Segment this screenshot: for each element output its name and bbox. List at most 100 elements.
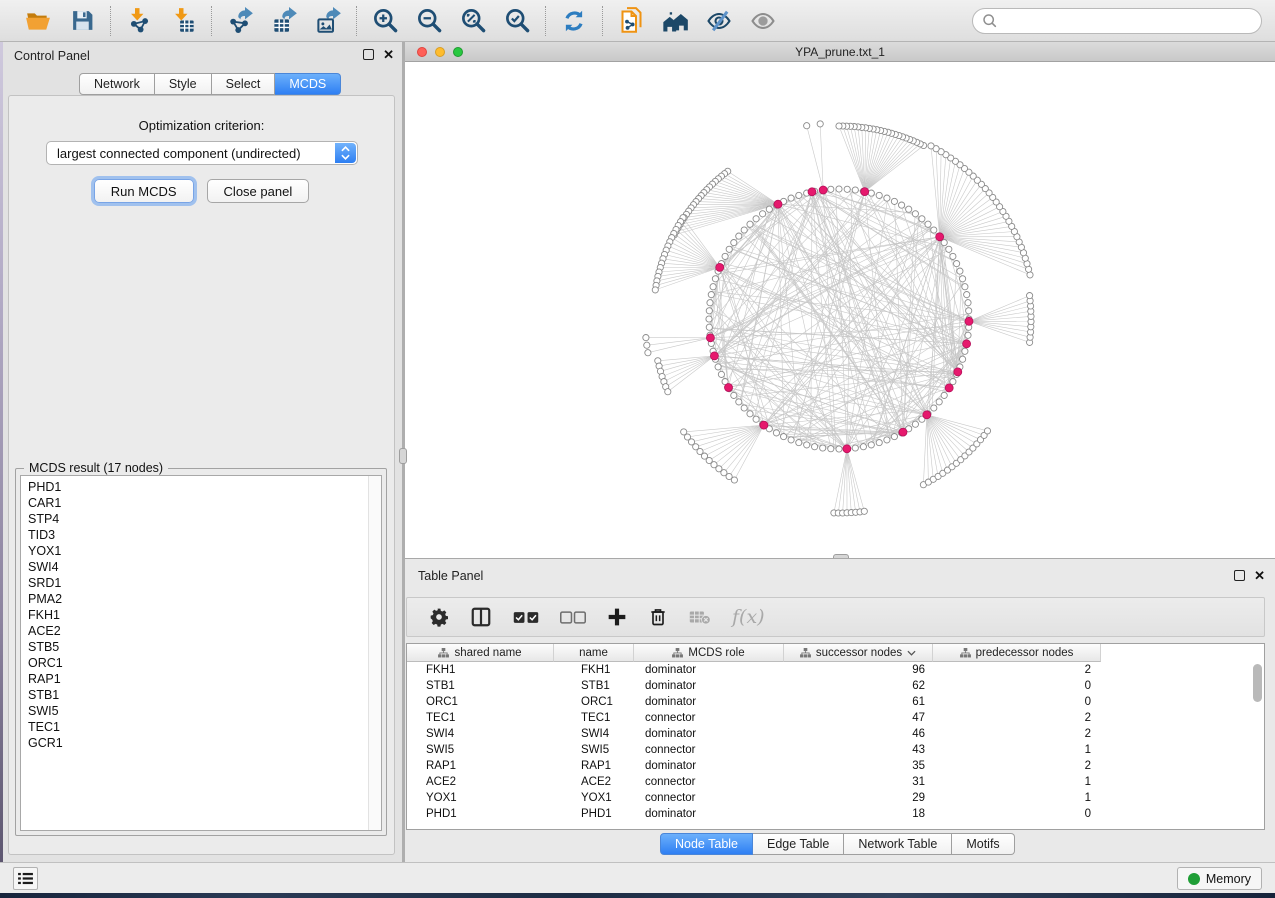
mcds-result-item[interactable]: CAR1 [28, 495, 381, 511]
hide-toggle-icon[interactable] [705, 7, 733, 35]
table-row[interactable]: RAP1RAP1dominator352 [407, 758, 1264, 774]
table-row[interactable]: PHD1PHD1dominator180 [407, 806, 1264, 822]
mcds-result-item[interactable]: SWI4 [28, 559, 381, 575]
search-box[interactable] [972, 8, 1262, 34]
table-row[interactable]: ORC1ORC1dominator610 [407, 694, 1264, 710]
zoom-selected-icon[interactable] [503, 7, 531, 35]
node-table: shared name name MCDS role successor nod… [406, 643, 1265, 830]
show-columns-icon[interactable] [470, 606, 492, 628]
share-document-icon[interactable] [617, 7, 645, 35]
home-icon[interactable] [661, 7, 689, 35]
table-row[interactable]: TEC1TEC1connector472 [407, 710, 1264, 726]
cell-filler [1101, 694, 1264, 710]
column-header-mcds-role[interactable]: MCDS role [634, 644, 784, 662]
vertical-splitter[interactable] [402, 42, 405, 862]
mcds-list-scrollbar[interactable] [368, 476, 381, 830]
delete-column-icon[interactable] [648, 607, 668, 627]
cell-shared-name: SWI5 [407, 742, 554, 758]
cell-name: SWI4 [554, 726, 634, 742]
mcds-result-item[interactable]: TEC1 [28, 719, 381, 735]
export-image-icon[interactable] [314, 7, 342, 35]
mcds-result-item[interactable]: ORC1 [28, 655, 381, 671]
table-row[interactable]: ACE2ACE2connector311 [407, 774, 1264, 790]
tab-network[interactable]: Network [79, 73, 155, 95]
zoom-in-icon[interactable] [371, 7, 399, 35]
eye-icon[interactable] [749, 7, 777, 35]
mcds-result-item[interactable]: SRD1 [28, 575, 381, 591]
tab-motifs[interactable]: Motifs [952, 833, 1014, 855]
table-row[interactable]: STB1STB1dominator620 [407, 678, 1264, 694]
cell-mcds-role: connector [634, 790, 784, 806]
mcds-result-item[interactable]: PHD1 [28, 479, 381, 495]
run-mcds-button[interactable]: Run MCDS [94, 179, 194, 203]
tab-node-table[interactable]: Node Table [660, 833, 753, 855]
tab-select[interactable]: Select [212, 73, 276, 95]
tree-icon [672, 648, 683, 658]
control-panel-titlebar: Control Panel ✕ [3, 42, 402, 70]
zoom-fit-icon[interactable] [459, 7, 487, 35]
mcds-result-item[interactable]: FKH1 [28, 607, 381, 623]
table-row[interactable]: SWI5SWI5connector431 [407, 742, 1264, 758]
mcds-result-item[interactable]: ACE2 [28, 623, 381, 639]
mcds-result-list[interactable]: PHD1CAR1STP4TID3YOX1SWI4SRD1PMA2FKH1ACE2… [20, 475, 382, 831]
column-header-predecessor-nodes[interactable]: predecessor nodes [933, 644, 1101, 662]
zoom-out-icon[interactable] [415, 7, 443, 35]
save-session-icon[interactable] [68, 7, 96, 35]
float-panel-icon[interactable] [363, 49, 374, 60]
tab-edge-table[interactable]: Edge Table [753, 833, 844, 855]
deselect-all-icon[interactable] [560, 610, 586, 625]
table-row[interactable]: FKH1FKH1dominator962 [407, 662, 1264, 678]
table-row[interactable]: SWI4SWI4dominator462 [407, 726, 1264, 742]
mcds-result-item[interactable]: TID3 [28, 527, 381, 543]
search-input[interactable] [1003, 11, 1261, 31]
tree-icon [438, 648, 449, 658]
column-header-shared-name[interactable]: shared name [407, 644, 554, 662]
mcds-result-item[interactable]: STP4 [28, 511, 381, 527]
table-settings-gear-icon[interactable] [429, 607, 449, 627]
cell-successors: 61 [784, 694, 933, 710]
memory-status-dot [1188, 873, 1200, 885]
cell-filler [1101, 726, 1264, 742]
mcds-result-item[interactable]: PMA2 [28, 591, 381, 607]
mcds-result-item[interactable]: STB1 [28, 687, 381, 703]
float-table-panel-icon[interactable] [1234, 570, 1245, 581]
mcds-result-group: MCDS result (17 nodes) PHD1CAR1STP4TID3Y… [15, 468, 387, 836]
export-table-icon[interactable] [270, 7, 298, 35]
table-scrollbar-thumb[interactable] [1253, 664, 1262, 702]
network-window-titlebar[interactable]: YPA_prune.txt_1 [405, 42, 1275, 62]
tab-mcds[interactable]: MCDS [275, 73, 341, 95]
mcds-result-item[interactable]: RAP1 [28, 671, 381, 687]
memory-button[interactable]: Memory [1177, 867, 1262, 890]
select-all-icon[interactable] [513, 610, 539, 625]
function-builder-icon[interactable]: f(x) [732, 606, 765, 628]
tab-network-table[interactable]: Network Table [844, 833, 952, 855]
cell-name: ACE2 [554, 774, 634, 790]
tab-style[interactable]: Style [155, 73, 212, 95]
close-panel-icon[interactable]: ✕ [383, 49, 394, 60]
cell-name: RAP1 [554, 758, 634, 774]
close-table-panel-icon[interactable]: ✕ [1254, 570, 1265, 581]
task-history-button[interactable] [13, 867, 38, 890]
network-canvas[interactable] [405, 62, 1275, 558]
table-tabs: Node Table Edge Table Network Table Moti… [660, 833, 1015, 855]
optimization-criterion-select[interactable]: largest connected component (undirected) [46, 141, 358, 165]
column-header-name[interactable]: name [554, 644, 634, 662]
mcds-result-item[interactable]: STB5 [28, 639, 381, 655]
mcds-result-item[interactable]: SWI5 [28, 703, 381, 719]
delete-table-icon[interactable] [689, 609, 711, 625]
open-file-icon[interactable] [24, 7, 52, 35]
close-panel-button[interactable]: Close panel [207, 179, 310, 203]
export-network-icon[interactable] [226, 7, 254, 35]
optimization-criterion-label: Optimization criterion: [9, 118, 394, 133]
mcds-result-item[interactable]: YOX1 [28, 543, 381, 559]
refresh-icon[interactable] [560, 7, 588, 35]
import-network-icon[interactable] [125, 7, 153, 35]
cell-shared-name: SWI4 [407, 726, 554, 742]
mcds-result-item[interactable]: GCR1 [28, 735, 381, 751]
import-table-icon[interactable] [169, 7, 197, 35]
cell-predecessors: 0 [933, 694, 1101, 710]
column-header-successor-nodes[interactable]: successor nodes [784, 644, 933, 662]
add-column-icon[interactable] [607, 607, 627, 627]
splitter-handle[interactable] [399, 448, 407, 464]
table-row[interactable]: YOX1YOX1connector291 [407, 790, 1264, 806]
